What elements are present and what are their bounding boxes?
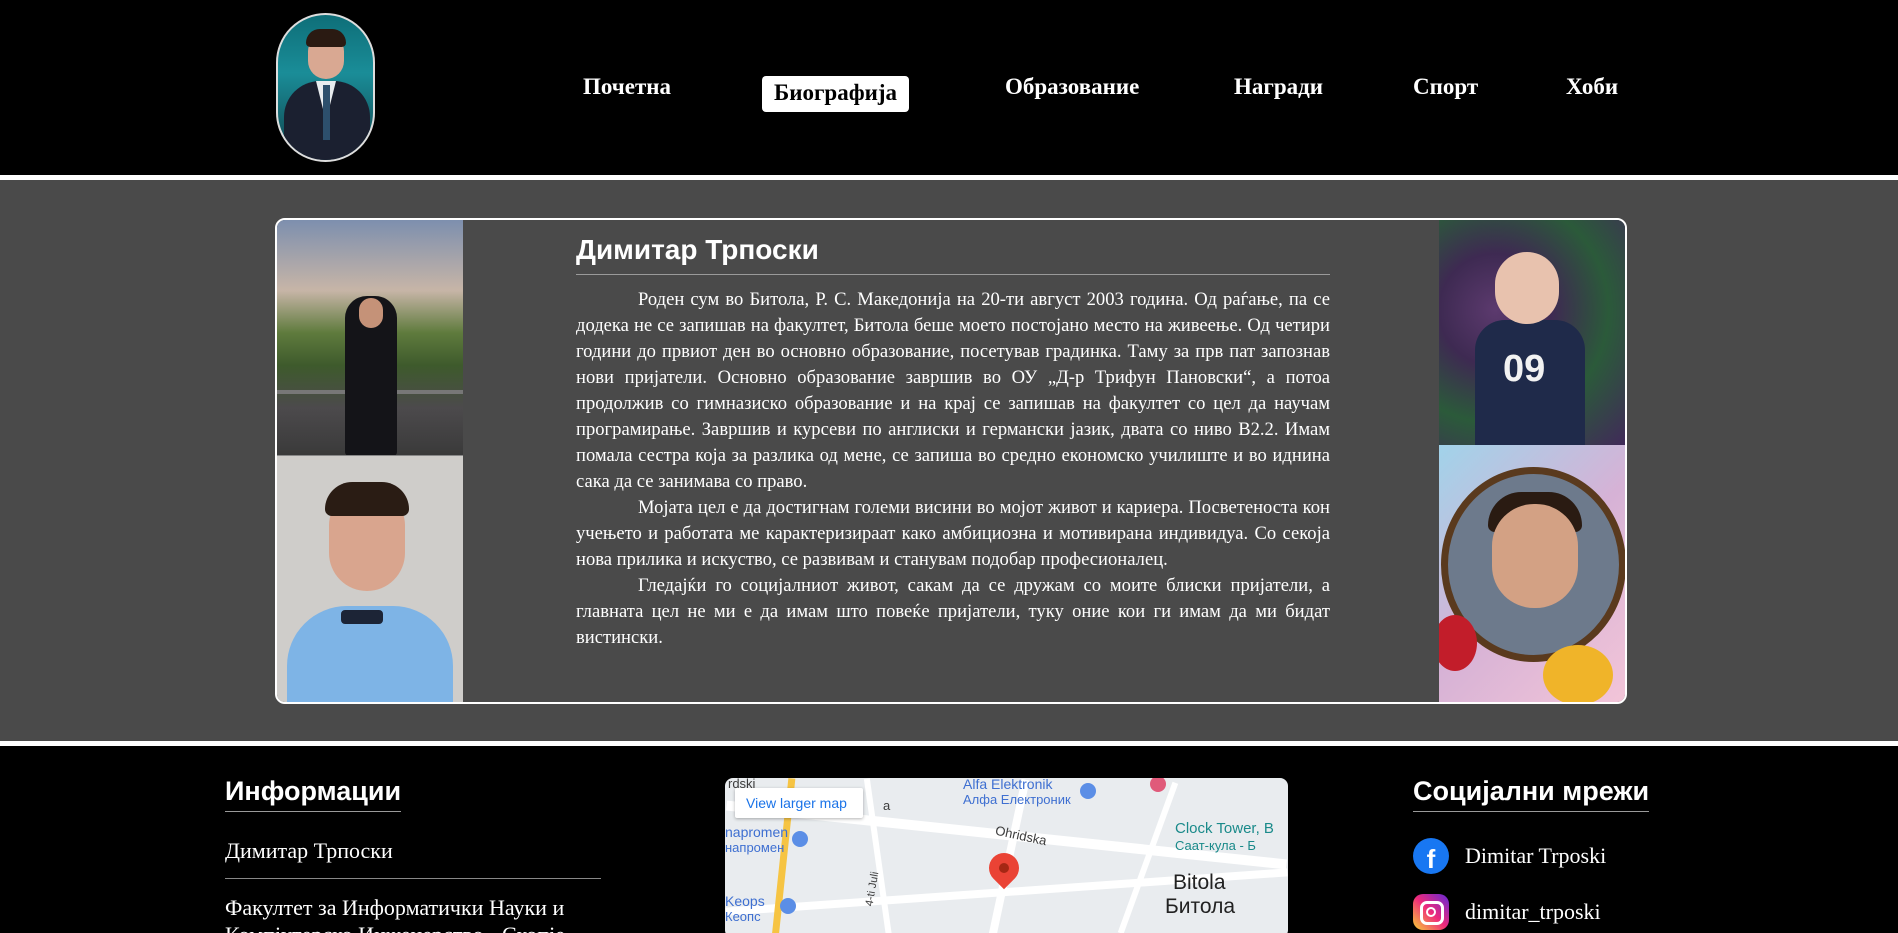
nav-item-home[interactable]: Почетна bbox=[583, 74, 671, 100]
map-label: Clock Tower, B bbox=[1175, 820, 1274, 837]
photo-face bbox=[1495, 252, 1559, 324]
profile-avatar bbox=[276, 13, 375, 162]
map-poi-icon bbox=[792, 831, 808, 847]
biography-paragraph: Мојата цел е да достигнам големи висини … bbox=[576, 497, 1330, 570]
map-poi-icon bbox=[780, 898, 796, 914]
photo-shirt-number: 09 bbox=[1503, 348, 1546, 390]
facebook-link[interactable]: f Dimitar Trposki bbox=[1413, 838, 1606, 874]
nav-item-hobby[interactable]: Хоби bbox=[1566, 74, 1618, 100]
biography-text: Роден сум во Битола, Р. С. Македонија на… bbox=[576, 287, 1330, 651]
info-heading: Информации bbox=[225, 776, 402, 812]
instagram-label: dimitar_trposki bbox=[1465, 899, 1601, 924]
facebook-label: Dimitar Trposki bbox=[1465, 843, 1607, 868]
biography-title: Димитар Трпоски bbox=[576, 234, 1330, 275]
nav-item-education[interactable]: Образование bbox=[1005, 74, 1139, 100]
photo-face bbox=[359, 298, 383, 328]
photo-toddler: 09 bbox=[1439, 220, 1625, 445]
nav-item-awards[interactable]: Награди bbox=[1234, 74, 1323, 100]
photo-hair bbox=[325, 482, 409, 516]
instagram-icon bbox=[1413, 894, 1449, 930]
photo-portrait-bowtie bbox=[277, 455, 463, 702]
map-label: Кеопс bbox=[725, 909, 761, 924]
site-header: Почетна Биографија Образование Награди С… bbox=[0, 0, 1898, 175]
info-faculty: Факултет за Информатички Науки и Компјут… bbox=[225, 895, 565, 933]
social-heading: Социјални мрежи bbox=[1413, 776, 1650, 812]
nav-item-sport[interactable]: Спорт bbox=[1413, 74, 1478, 100]
map-label: napromen bbox=[725, 824, 789, 840]
map-label: напромен bbox=[725, 840, 785, 855]
instagram-link[interactable]: dimitar_trposki bbox=[1413, 894, 1601, 930]
map-poi-icon bbox=[1150, 778, 1166, 792]
map-label: Keops bbox=[725, 893, 765, 909]
main-section: Димитар Трпоски Роден сум во Битола, Р. … bbox=[0, 180, 1898, 741]
map-label: Ohridska bbox=[994, 822, 1049, 849]
map-label: Битола bbox=[1165, 895, 1236, 918]
map-label: Алфа Електроник bbox=[963, 792, 1071, 807]
photo-adult-outdoor bbox=[277, 220, 463, 455]
info-name: Димитар Трпоски bbox=[225, 838, 601, 879]
biography-content: Димитар Трпоски Роден сум во Битола, Р. … bbox=[576, 234, 1330, 651]
map-poi-icon bbox=[1080, 783, 1096, 799]
biography-paragraph: Роден сум во Битола, Р. С. Македонија на… bbox=[576, 289, 1330, 492]
photo-bowtie bbox=[341, 610, 383, 624]
map-label: a bbox=[883, 798, 891, 813]
map-label: Alfa Elektronik bbox=[963, 778, 1053, 792]
map-label: Bitola bbox=[1173, 871, 1226, 894]
ladybug-decoration bbox=[1439, 615, 1477, 671]
map-label: Саат-кула - Б bbox=[1175, 838, 1256, 853]
avatar-hair bbox=[306, 29, 346, 47]
avatar-tie bbox=[323, 85, 330, 140]
map-pin-icon bbox=[982, 846, 1026, 890]
photo-child-frame bbox=[1439, 445, 1625, 702]
facebook-icon: f bbox=[1413, 838, 1449, 874]
cartoon-decoration bbox=[1543, 645, 1613, 702]
biography-paragraph: Гледајќи го социјалниот живот, сакам да … bbox=[576, 575, 1330, 648]
photo-face bbox=[1492, 504, 1578, 608]
view-larger-map-link[interactable]: View larger map bbox=[746, 795, 847, 811]
location-map[interactable]: rdski Alfa Elektronik Алфа Електроник Cl… bbox=[725, 778, 1288, 933]
biography-card: Димитар Трпоски Роден сум во Битола, Р. … bbox=[275, 218, 1627, 704]
site-footer: Информации Димитар Трпоски Факултет за И… bbox=[0, 746, 1898, 933]
nav-item-biography[interactable]: Биографија bbox=[762, 76, 910, 112]
